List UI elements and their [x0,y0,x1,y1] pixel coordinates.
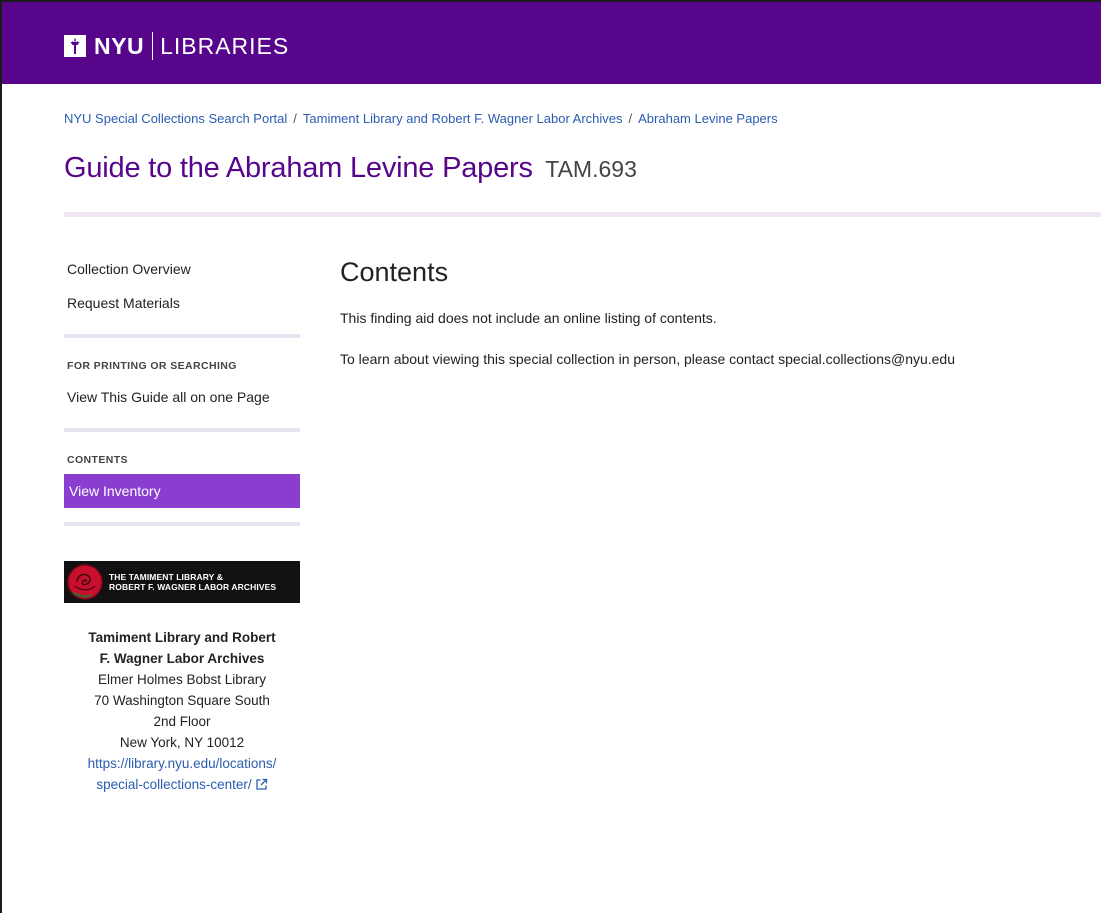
repository-city: New York, NY 10012 [119,735,245,750]
title-divider [64,212,1101,217]
repository-address: Tamiment Library and Robert F. Wagner La… [64,627,300,797]
repository-banner-text: THE TAMIMENT LIBRARY & ROBERT F. WAGNER … [109,572,276,592]
window-edge [0,0,2,913]
contact-message: To learn about viewing this special coll… [340,351,956,367]
title-row: Guide to the Abraham Levine Papers TAM.6… [64,152,637,185]
repository-building: Elmer Holmes Bobst Library [97,672,267,687]
logo-nyu-text: NYU [94,32,145,59]
external-link-icon[interactable] [255,776,268,797]
sidebar: Collection Overview Request Materials FO… [64,252,300,540]
sidebar-item-request-materials[interactable]: Request Materials [64,286,300,320]
repository-logo-banner: THE TAMIMENT LIBRARY & ROBERT F. WAGNER … [64,561,300,603]
repository-name-line2: F. Wagner Labor Archives [99,651,265,666]
sidebar-divider [64,334,300,338]
site-header: NYU LIBRARIES [0,0,1101,84]
sidebar-divider [64,522,300,526]
breadcrumb-item-collection[interactable]: Abraham Levine Papers [638,111,777,126]
page-title: Guide to the Abraham Levine Papers [64,152,533,184]
rose-icon [67,564,103,600]
sidebar-item-collection-overview[interactable]: Collection Overview [64,252,300,286]
main-content: Contents This finding aid does not inclu… [340,252,1101,367]
sidebar-item-view-inventory[interactable]: View Inventory [64,474,300,508]
repository-url-line1[interactable]: https://library.nyu.edu/locations/ [88,756,277,771]
repository-name-line1: Tamiment Library and Robert [88,630,276,645]
logo-divider [152,32,154,60]
repository-url-line2[interactable]: special-collections-center/ [96,777,251,792]
breadcrumb: NYU Special Collections Search Portal / Ta… [64,111,778,126]
torch-icon [64,35,86,57]
logo-libraries-text: LIBRARIES [160,32,290,59]
breadcrumb-item-portal[interactable]: NYU Special Collections Search Portal [64,111,287,126]
no-contents-message: This finding aid does not include an onl… [340,310,717,326]
sidebar-section-contents-heading: CONTENTS [67,454,128,466]
breadcrumb-separator: / [293,111,297,126]
call-number: TAM.693 [545,156,637,182]
breadcrumb-item-repository[interactable]: Tamiment Library and Robert F. Wagner La… [303,111,623,126]
sidebar-section-printing-heading: FOR PRINTING OR SEARCHING [67,360,237,372]
repository-banner-line2: ROBERT F. WAGNER LABOR ARCHIVES [109,582,277,592]
sidebar-divider [64,428,300,432]
breadcrumb-separator: / [628,111,633,126]
nyu-libraries-logo[interactable]: NYU LIBRARIES [64,30,289,62]
repository-street: 70 Washington Square South [94,693,270,708]
sidebar-item-view-one-page[interactable]: View This Guide all on one Page [64,380,300,414]
contents-heading: Contents [340,257,449,287]
repository-floor: 2nd Floor [153,714,211,729]
repository-banner-line1: THE TAMIMENT LIBRARY & [109,572,223,582]
